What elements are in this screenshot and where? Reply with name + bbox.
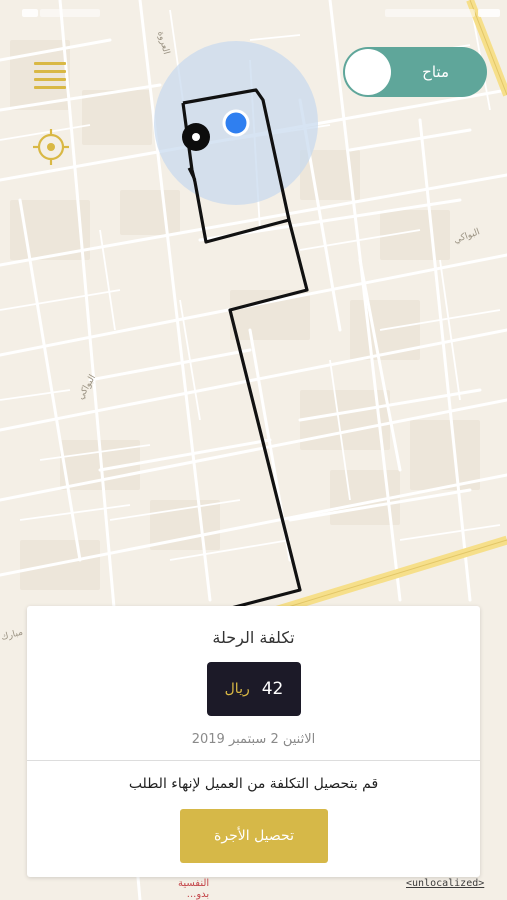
availability-toggle[interactable]: متاح [343, 47, 487, 97]
pickup-pin-icon[interactable] [182, 123, 210, 151]
availability-label: متاح [422, 63, 449, 81]
crosshair-icon[interactable] [32, 128, 70, 166]
collect-instruction: قم بتحصيل التكلفة من العميل لإنهاء الطلب [128, 776, 379, 792]
fare-amount: 42 [261, 679, 284, 699]
trip-date: الاثنين 2 سبتمبر 2019 [191, 732, 316, 747]
trip-cost-card: تكلفة الرحلة 42 ريال الاثنين 2 سبتمبر 20… [27, 606, 480, 877]
poi-name: النفسية [178, 878, 210, 889]
current-location-icon [222, 109, 250, 137]
hamburger-icon[interactable] [32, 60, 68, 96]
trip-cost-title: تكلفة الرحلة [212, 628, 295, 647]
card-divider [27, 760, 480, 761]
collect-fare-button[interactable]: تحصيل الأجرة [180, 809, 328, 863]
poi-subname: بدو... [186, 889, 210, 900]
status-bar [0, 0, 507, 22]
poi-label: النفسية بدو... [178, 878, 209, 900]
toggle-knob[interactable] [345, 49, 391, 95]
fare-amount-box: 42 ريال [207, 662, 301, 716]
fare-currency: ريال [224, 681, 250, 697]
unlocalized-label: <unlocalized> [406, 878, 485, 889]
